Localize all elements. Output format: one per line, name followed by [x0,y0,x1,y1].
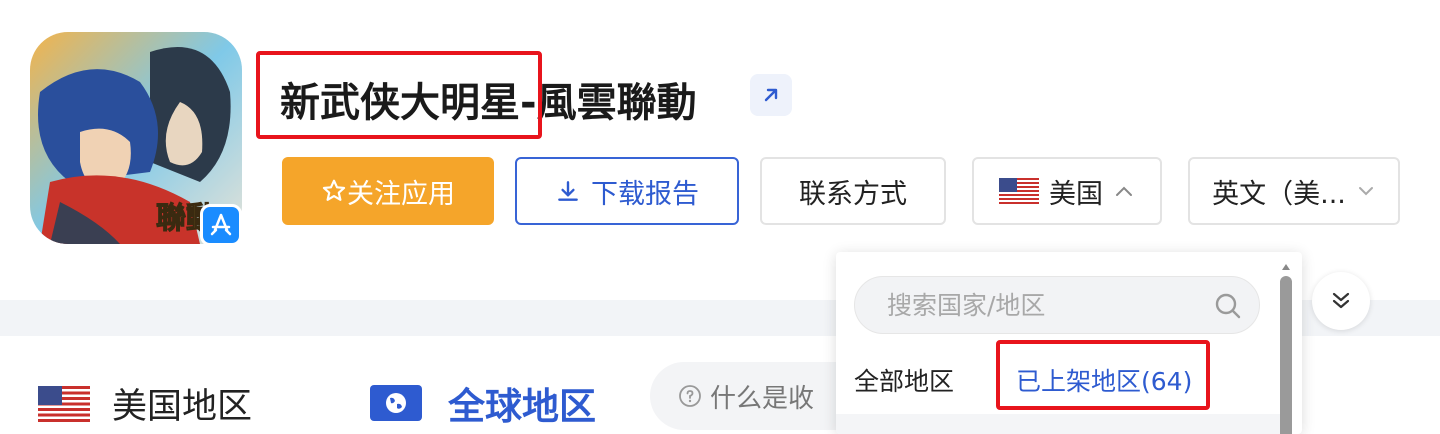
country-label: 美国 [1049,178,1103,210]
question-circle-icon [679,385,701,407]
us-flag-icon [38,385,90,422]
globe-icon [370,385,422,421]
country-search-input[interactable] [887,290,1187,320]
app-store-icon [200,204,242,246]
chevron-down-icon [1358,187,1373,196]
country-selector[interactable]: 美国 [972,157,1162,225]
contact-button[interactable]: 联系方式 [760,157,946,225]
follow-app-button[interactable]: 关注应用 [282,157,494,225]
scrollbar-thumb[interactable] [1280,276,1292,434]
download-icon [558,181,578,201]
arrow-up-right-icon [764,88,778,102]
external-link-button[interactable] [750,74,792,116]
language-selector[interactable]: 英文（美... [1188,157,1400,225]
country-dropdown: 全部地区 已上架地区(64) [836,252,1302,434]
collapse-button[interactable] [1312,272,1370,330]
country-search-box[interactable] [854,276,1260,334]
download-report-label: 下载报告 [591,178,699,210]
download-report-button[interactable]: 下载报告 [515,157,739,225]
global-region-tab[interactable]: 全球地区 [370,376,596,430]
us-region-tab[interactable]: 美国地区 [38,378,252,429]
listed-regions-highlight-box [996,340,1210,410]
dropdown-scrollbar[interactable] [1278,262,1294,434]
us-flag-icon [999,178,1039,204]
global-region-label: 全球地区 [448,385,596,428]
title-highlight-box [256,51,542,139]
contact-label: 联系方式 [799,178,907,210]
scroll-up-arrow-icon[interactable] [1280,262,1292,272]
chevron-up-icon [1116,186,1132,196]
double-chevron-down-icon [1332,292,1350,309]
language-label: 英文（美... [1212,178,1346,210]
us-region-label: 美国地区 [112,387,253,427]
search-icon[interactable] [1213,291,1243,321]
follow-app-label: 关注应用 [347,178,455,210]
filter-all-regions[interactable]: 全部地区 [854,362,954,398]
star-outline-icon [322,179,346,201]
list-item[interactable] [836,414,1282,434]
help-label: 什么是收 [710,383,815,414]
